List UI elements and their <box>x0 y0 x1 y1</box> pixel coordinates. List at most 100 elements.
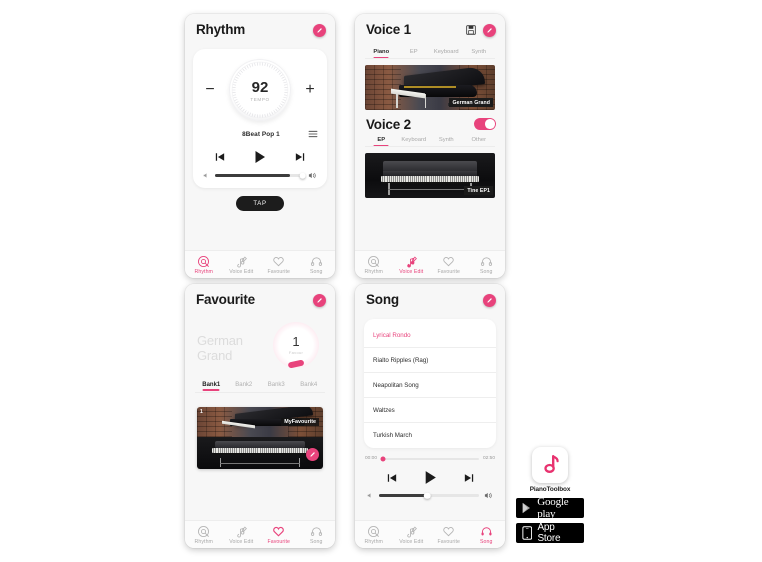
tab-piano[interactable]: Piano <box>365 49 398 58</box>
favourite-card-edit-button[interactable] <box>306 448 319 461</box>
nav-item-song[interactable]: Song <box>468 521 506 548</box>
skip-next-icon[interactable] <box>464 473 474 483</box>
tempo-increase-button[interactable]: + <box>303 82 317 98</box>
tab-other[interactable]: Other <box>463 137 496 146</box>
tab-synth[interactable]: Synth <box>430 137 463 146</box>
volume-low-icon <box>367 493 371 498</box>
favourite-header: Favourite <box>185 284 335 316</box>
voice-body: Piano EP Keyboard Synth German Grand Voi… <box>355 46 505 250</box>
note-pencil-icon <box>237 526 247 537</box>
app-store-badge[interactable]: App Store <box>516 522 584 544</box>
nav-item-voice-edit[interactable]: Voice Edit <box>393 521 431 548</box>
style-name[interactable]: 8Beat Pop 1 <box>202 131 308 138</box>
nav-item-favourite[interactable]: Favourite <box>430 521 468 548</box>
edit-button[interactable] <box>313 293 326 307</box>
nav-item-voice-edit[interactable]: Voice Edit <box>223 521 261 548</box>
list-item[interactable]: Lyrical Rondo <box>364 323 496 348</box>
volume-slider[interactable] <box>215 172 306 179</box>
list-item[interactable]: Rialto Ripples (Rag) <box>364 348 496 373</box>
rhythm-transport <box>193 141 327 171</box>
voice1-tabs: Piano EP Keyboard Synth <box>355 49 505 58</box>
bank-tab-2[interactable]: Bank2 <box>228 382 261 391</box>
nav-label: Song <box>309 538 323 545</box>
google-play-badge[interactable]: Google play <box>516 496 584 520</box>
nav-item-song[interactable]: Song <box>298 251 336 278</box>
favourite-card-bottom-image <box>197 436 323 469</box>
edit-button[interactable] <box>483 293 496 307</box>
play-icon[interactable] <box>253 150 267 164</box>
voice1-caption: German Grand <box>449 98 493 107</box>
nav-item-rhythm[interactable]: Rhythm <box>355 521 393 548</box>
tab-keyboard[interactable]: Keyboard <box>398 137 431 146</box>
tab-ep[interactable]: EP <box>365 137 398 146</box>
tab-ep[interactable]: EP <box>398 49 431 58</box>
list-item[interactable]: Waltzes <box>364 398 496 423</box>
store-section: PianoToolbox Google play App Store <box>510 447 590 544</box>
voice1-image[interactable]: German Grand <box>365 65 495 110</box>
favourite-knob[interactable]: 1 Favour <box>273 322 319 368</box>
voice2-toggle[interactable] <box>474 118 496 130</box>
nav-label: Favourite <box>267 268 291 275</box>
bank-tab-1[interactable]: Bank1 <box>195 382 228 391</box>
song-transport <box>355 461 505 491</box>
edit-button[interactable] <box>313 23 326 37</box>
nav-item-voice-edit[interactable]: Voice Edit <box>393 251 431 278</box>
volume-fill <box>215 174 290 177</box>
progress-handle[interactable] <box>380 456 386 461</box>
nav-item-favourite[interactable]: Favourite <box>260 251 298 278</box>
nav-label: Voice Edit <box>399 268 424 275</box>
rhythm-target-icon <box>368 525 380 537</box>
tab-synth[interactable]: Synth <box>463 49 496 58</box>
nav-item-song[interactable]: Song <box>468 251 506 278</box>
knob-ticks-icon <box>231 61 289 119</box>
volume-low-icon <box>203 173 207 178</box>
skip-next-icon[interactable] <box>295 152 305 162</box>
skip-previous-icon[interactable] <box>215 152 225 162</box>
tempo-decrease-button[interactable]: − <box>203 82 217 98</box>
note-pencil-icon <box>407 526 417 537</box>
nav-item-favourite[interactable]: Favourite <box>260 521 298 548</box>
nav-label: Song <box>309 268 323 275</box>
voice-name-line1: German <box>197 333 243 348</box>
progress-slider[interactable] <box>380 456 479 461</box>
nav-item-rhythm[interactable]: Rhythm <box>185 251 223 278</box>
favourite-card-caption: MyFavourite <box>281 418 319 426</box>
bank-tab-3[interactable]: Bank3 <box>260 382 293 391</box>
list-item[interactable]: Turkish March <box>364 423 496 448</box>
nav-label: Voice Edit <box>229 538 254 545</box>
skip-previous-icon[interactable] <box>387 473 397 483</box>
heart-icon <box>443 526 454 536</box>
list-menu-icon[interactable] <box>308 130 318 138</box>
rhythm-target-icon <box>198 525 210 537</box>
tap-button[interactable]: TAP <box>236 196 284 211</box>
heart-icon <box>273 256 284 266</box>
edit-button[interactable] <box>483 23 496 37</box>
nav-item-favourite[interactable]: Favourite <box>430 251 468 278</box>
voice2-header: Voice 2 <box>355 114 505 134</box>
tab-keyboard[interactable]: Keyboard <box>430 49 463 58</box>
song-list: Lyrical Rondo Rialto Ripples (Rag) Neapo… <box>364 319 496 448</box>
volume-handle[interactable] <box>423 492 431 499</box>
tempo-knob[interactable]: 92 TEMPO <box>229 59 291 121</box>
edit-pencil-icon <box>310 452 315 457</box>
save-button[interactable] <box>465 25 476 36</box>
nav-item-rhythm[interactable]: Rhythm <box>355 251 393 278</box>
nav-item-song[interactable]: Song <box>298 521 336 548</box>
bank-tab-4[interactable]: Bank4 <box>293 382 326 391</box>
heart-icon <box>273 526 285 537</box>
nav-label: Rhythm <box>364 268 383 275</box>
nav-item-voice-edit[interactable]: Voice Edit <box>223 251 261 278</box>
app-icon[interactable] <box>532 447 568 483</box>
volume-slider[interactable] <box>379 492 479 499</box>
bottom-nav: Rhythm Voice Edit Favourite Song <box>185 250 335 278</box>
page-title: Rhythm <box>196 22 246 38</box>
voice2-image[interactable]: Tine EP1 <box>365 153 495 198</box>
voice2-caption: Tine EP1 <box>464 186 493 195</box>
list-item[interactable]: Neapolitan Song <box>364 373 496 398</box>
nav-item-rhythm[interactable]: Rhythm <box>185 521 223 548</box>
volume-handle[interactable] <box>299 172 306 179</box>
eighth-note-icon <box>544 455 559 473</box>
edit-pencil-icon <box>317 297 322 303</box>
play-icon[interactable] <box>423 470 438 485</box>
favourite-card[interactable]: 1 MyFavourite <box>197 407 323 469</box>
